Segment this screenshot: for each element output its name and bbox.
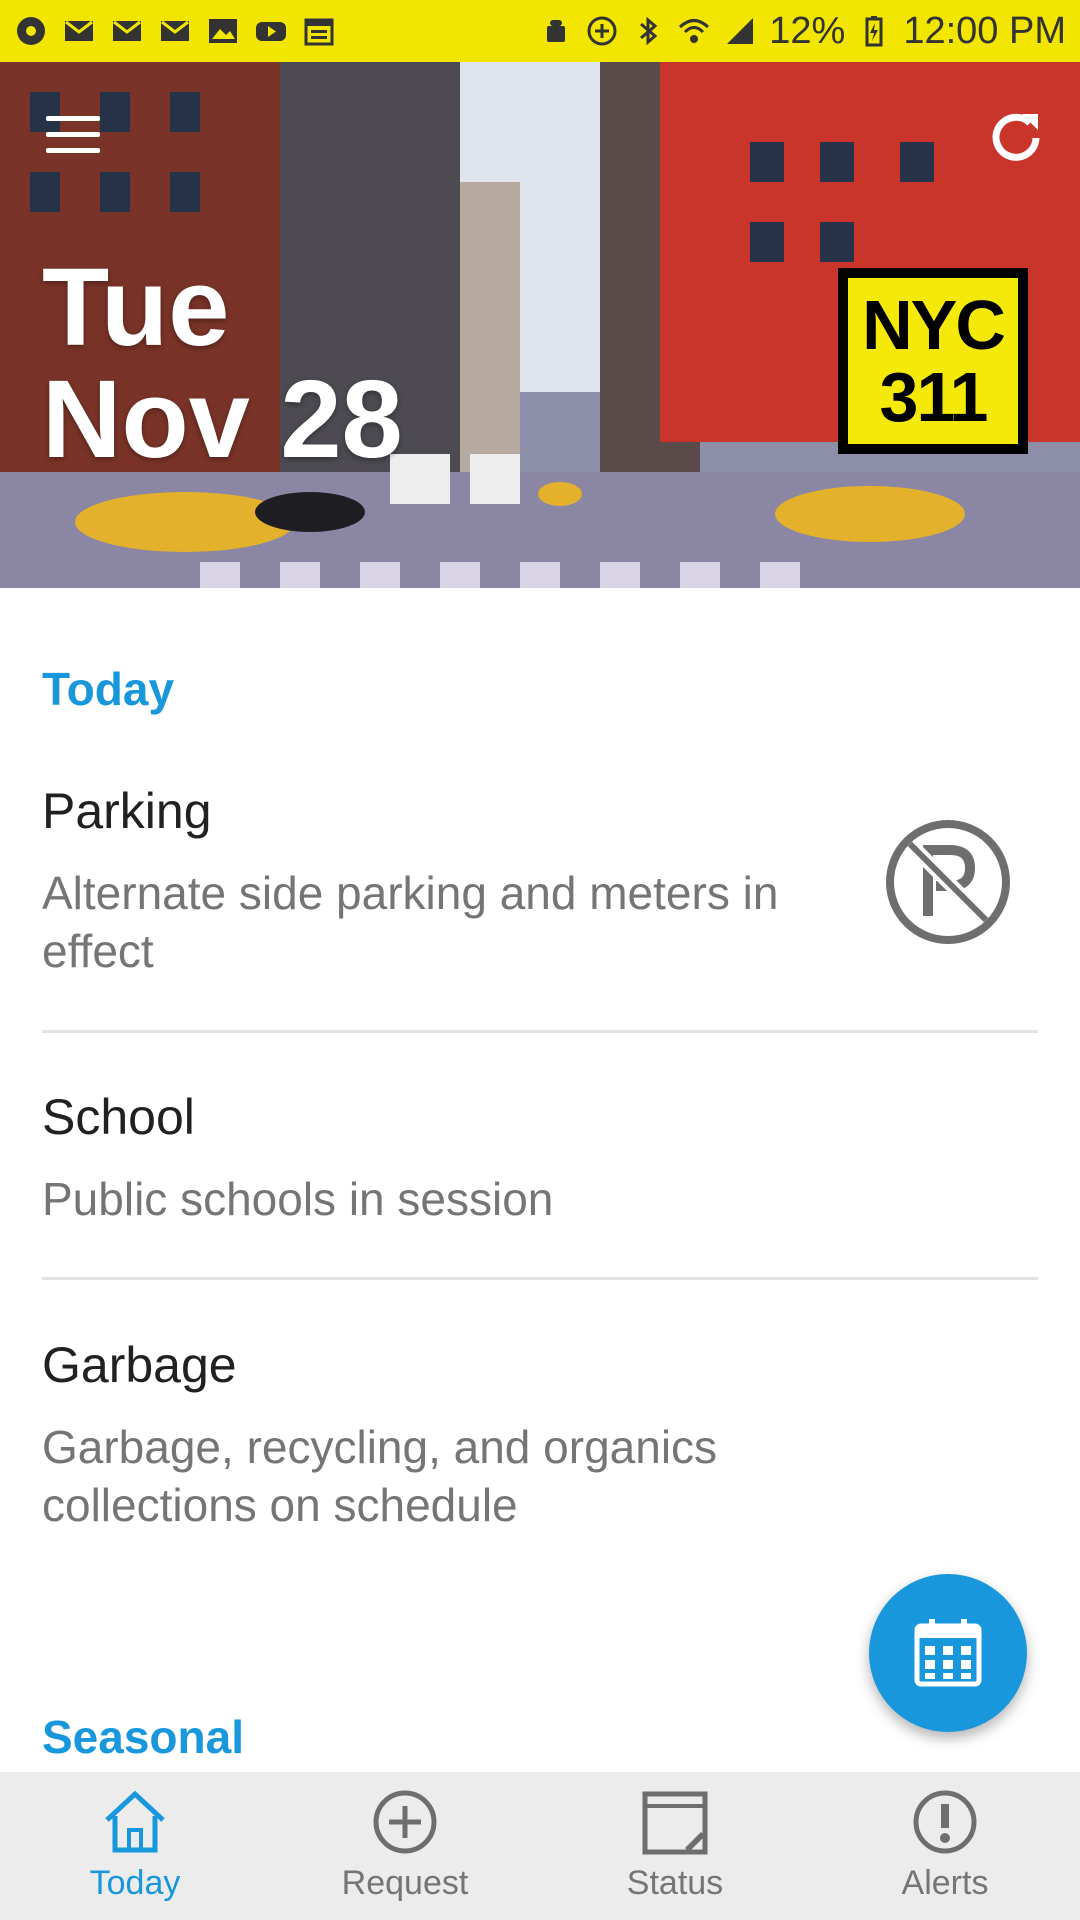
logo-line-1: NYC bbox=[862, 286, 1006, 364]
calendar-notification-icon bbox=[304, 18, 334, 46]
app-notification-icon bbox=[17, 17, 45, 45]
bottom-navigation: Today Request Status Alerts bbox=[0, 1772, 1080, 1920]
refresh-icon[interactable] bbox=[986, 106, 1050, 170]
divider bbox=[42, 1277, 1038, 1280]
item-description: Garbage, recycling, and organics collect… bbox=[42, 1421, 718, 1531]
gmail-icon bbox=[113, 20, 141, 41]
youtube-icon bbox=[256, 22, 286, 41]
signal-icon bbox=[727, 18, 754, 44]
hero-day: Tue bbox=[42, 246, 230, 369]
item-title: School bbox=[42, 1089, 195, 1145]
status-icon bbox=[642, 1791, 708, 1855]
system-status: 12% 12:00 PM bbox=[539, 10, 1066, 53]
hero-date: Tue Nov 28 bbox=[42, 252, 403, 476]
wifi-icon bbox=[679, 19, 710, 43]
menu-icon[interactable] bbox=[46, 116, 100, 162]
hero-banner: Tue Nov 28 NYC 311 bbox=[0, 62, 1080, 588]
battery-percent: 12% bbox=[769, 9, 846, 52]
calendar-icon bbox=[914, 1619, 982, 1687]
mail-icon bbox=[161, 20, 189, 41]
notification-icons bbox=[14, 14, 336, 48]
bluetooth-icon bbox=[640, 16, 658, 46]
email-icon bbox=[65, 20, 93, 41]
item-title: Garbage bbox=[42, 1337, 237, 1393]
logo-line-2: 311 bbox=[879, 358, 989, 436]
today-section-title: Today bbox=[42, 663, 175, 715]
android-icon bbox=[547, 20, 566, 42]
nav-alerts[interactable]: Alerts bbox=[810, 1772, 1080, 1920]
hero-date-text: Nov 28 bbox=[42, 358, 403, 481]
school-item[interactable]: School Public schools in session bbox=[42, 1088, 1038, 1228]
clock: 12:00 PM bbox=[903, 9, 1066, 52]
garbage-item[interactable]: Garbage Garbage, recycling, and organics… bbox=[42, 1336, 1038, 1534]
nav-label: Status bbox=[626, 1864, 724, 1902]
plus-circle-icon bbox=[373, 1790, 437, 1854]
alert-icon bbox=[913, 1790, 977, 1854]
calendar-fab-button[interactable] bbox=[869, 1574, 1027, 1732]
seasonal-section-title: Seasonal bbox=[42, 1711, 244, 1763]
nyc311-logo: NYC 311 bbox=[838, 268, 1028, 454]
divider bbox=[42, 1030, 1038, 1033]
battery-charging-icon bbox=[865, 16, 883, 47]
nav-label: Request bbox=[341, 1864, 469, 1902]
status-bar: 12% 12:00 PM bbox=[0, 0, 1080, 62]
item-description: Public schools in session bbox=[42, 1173, 554, 1225]
data-saver-icon bbox=[587, 16, 617, 46]
nav-label: Today bbox=[89, 1864, 181, 1902]
no-parking-icon bbox=[886, 820, 1010, 944]
home-icon bbox=[105, 1790, 165, 1853]
nav-today[interactable]: Today bbox=[0, 1772, 270, 1920]
image-icon bbox=[209, 19, 237, 43]
nav-status[interactable]: Status bbox=[540, 1772, 810, 1920]
item-description: Alternate side parking and meters in eff… bbox=[42, 867, 779, 977]
nav-label: Alerts bbox=[901, 1864, 989, 1902]
nav-request[interactable]: Request bbox=[270, 1772, 540, 1920]
